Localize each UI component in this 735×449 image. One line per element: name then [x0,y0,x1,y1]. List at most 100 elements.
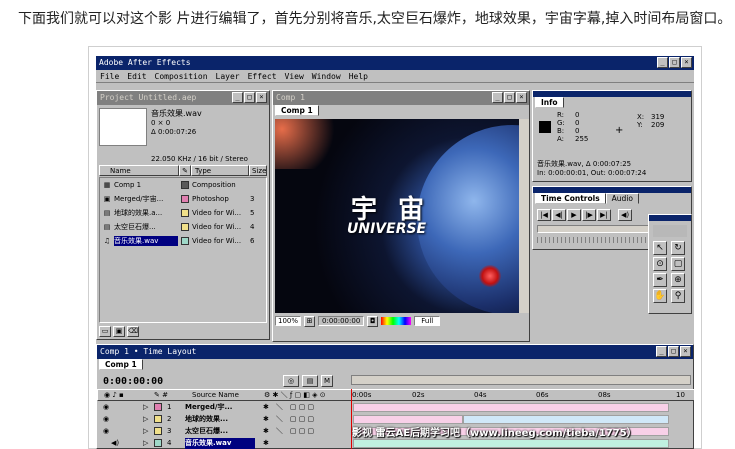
new-comp-icon[interactable]: ▣ [113,326,125,337]
menu-composition[interactable]: Composition [155,70,208,82]
menu-effect[interactable]: Effect [248,70,277,82]
maximize-icon[interactable]: □ [504,92,515,103]
maximize-icon[interactable]: □ [669,57,680,68]
rectangular-mask-icon[interactable]: ▢ [671,257,685,271]
layer-duration-bar[interactable] [353,403,669,412]
next-frame-icon[interactable]: |▶ [582,209,596,221]
table-row[interactable]: ◀) ▷ 4 音乐效果.wav ✱ [97,438,694,449]
timeline-timecode[interactable]: 0:00:00:00 [103,376,163,387]
column-source-name[interactable]: Source Name [192,390,239,401]
composition-icon: ▦ [103,181,111,189]
audio-icon: ♫ [103,237,111,245]
menu-layer[interactable]: Layer [216,70,240,82]
list-item[interactable]: ▣ Merged/宇宙... Photoshop 3 [100,192,266,206]
selected-item-audio-info: 22.050 KHz / 16 bit / Stereo [151,155,248,163]
comp-scrollbar[interactable] [519,119,529,313]
comp-viewer[interactable]: 宇 宙 UNIVERSE [275,119,519,313]
menu-file[interactable]: File [100,70,119,82]
layer-name[interactable]: Merged/宇... [185,402,255,413]
play-icon[interactable]: ▶ [567,209,581,221]
maximize-icon[interactable]: □ [668,346,679,357]
tab-info[interactable]: Info [535,97,564,108]
expand-icon[interactable]: ▷ [143,426,148,437]
expand-icon[interactable]: ▷ [143,414,148,425]
layer-duration-bar[interactable] [353,439,669,448]
jog-slider[interactable] [537,225,657,233]
item-name: 地球的效果.a... [114,209,163,217]
label-icon[interactable]: ✎ [179,165,191,176]
switches-icon[interactable]: ✱ ＼ ▢ ▢ ▢ [263,414,314,425]
switches-icon[interactable]: ✱ ＼ ▢ ▢ ▢ [263,402,314,413]
frame-blend-icon[interactable]: ▤ [302,375,318,387]
tab-comp-1[interactable]: Comp 1 [99,359,143,370]
last-frame-icon[interactable]: ▶| [597,209,611,221]
menu-edit[interactable]: Edit [127,70,146,82]
quality-select[interactable]: Full [414,316,441,326]
shuttle-ruler[interactable] [537,237,657,243]
maximize-icon[interactable]: □ [244,92,255,103]
label-swatch [154,403,162,411]
column-type[interactable]: Type [191,165,249,176]
tab-comp-1[interactable]: Comp 1 [275,105,319,116]
orbit-icon[interactable]: ⊙ [653,257,667,271]
camera-icon[interactable]: ◘ [367,315,379,327]
close-icon[interactable]: × [256,92,267,103]
layer-name[interactable]: 音乐效果.wav [185,438,255,449]
anchor-icon[interactable]: ⊕ [671,273,685,287]
hand-icon[interactable]: ✋ [653,289,667,303]
zoom-icon[interactable]: ⚲ [671,289,685,303]
folder-icon[interactable]: ▭ [99,326,111,337]
minimize-icon[interactable]: _ [232,92,243,103]
list-item[interactable]: ▤ 地球的效果.a... Video for Wi... 5 [100,206,266,220]
column-name[interactable]: Name [99,165,179,176]
tick-10: 10 [676,391,685,399]
close-icon[interactable]: × [681,57,692,68]
layer-duration-bar[interactable] [463,415,669,424]
minimize-icon[interactable]: _ [657,57,668,68]
column-size[interactable]: Size [249,165,267,176]
switches-icon[interactable]: ✱ ＼ ▢ ▢ ▢ [263,426,314,437]
comp-timecode[interactable]: 0:00:00:00 [318,316,365,326]
audio-icon[interactable]: ◀) [111,438,119,449]
table-row[interactable]: ◉ ▷ 1 Merged/宇... ✱ ＼ ▢ ▢ ▢ [97,402,694,413]
close-icon[interactable]: × [516,92,527,103]
zoom-select[interactable]: 100% [275,316,302,326]
list-item[interactable]: ▦ Comp 1 Composition [100,178,266,192]
minimize-icon[interactable]: _ [656,346,667,357]
audio-icon[interactable]: ◀) [618,209,632,221]
visibility-icon[interactable]: ◉ [103,402,109,413]
channel-icon[interactable] [381,317,412,325]
marker-icon[interactable]: M [321,375,333,387]
project-column-headers: Name ✎ Type Size [99,165,267,176]
selection-arrow-icon[interactable]: ↖ [653,241,667,255]
visibility-icon[interactable]: ◉ [103,414,109,425]
list-item[interactable]: ▤ 太空巨石爆... Video for Wi... 4 [100,220,266,234]
layer-duration-bar[interactable] [353,415,463,424]
list-item[interactable]: ♫ 音乐效果.wav Video for Wi... 6 [100,234,266,248]
time-navigator[interactable] [351,375,691,385]
pen-icon[interactable]: ✒ [653,273,667,287]
expand-icon[interactable]: ▷ [143,402,148,413]
previous-frame-icon[interactable]: ◀| [552,209,566,221]
layer-name[interactable]: 地球的效果... [185,414,255,425]
rotate-icon[interactable]: ↻ [671,241,685,255]
first-frame-icon[interactable]: |◀ [537,209,551,221]
visibility-icon[interactable]: ◉ [103,426,109,437]
info-palette: Info R: 0 G: 0 B: 0 A: 255 + X: 319 Y: 209 音乐效… [532,90,692,182]
menu-help[interactable]: Help [349,70,368,82]
minimize-icon[interactable]: _ [492,92,503,103]
expand-icon[interactable]: ▷ [143,438,148,449]
close-icon[interactable]: × [680,346,691,357]
tab-time-controls[interactable]: Time Controls [535,193,606,204]
grid-icon[interactable]: ⊞ [304,315,316,327]
menu-window[interactable]: Window [312,70,341,82]
layer-name[interactable]: 太空巨石爆... [185,426,255,437]
label-swatch [181,181,189,189]
app-title: Adobe After Effects [99,58,191,67]
tab-audio[interactable]: Audio [605,193,639,204]
menu-view[interactable]: View [285,70,304,82]
trash-icon[interactable]: ⌫ [127,326,139,337]
motion-blur-icon[interactable]: ◎ [283,375,299,387]
switches-icon[interactable]: ✱ [263,438,269,449]
rgba-readout: R: 0 G: 0 B: 0 A: 255 [557,111,593,143]
